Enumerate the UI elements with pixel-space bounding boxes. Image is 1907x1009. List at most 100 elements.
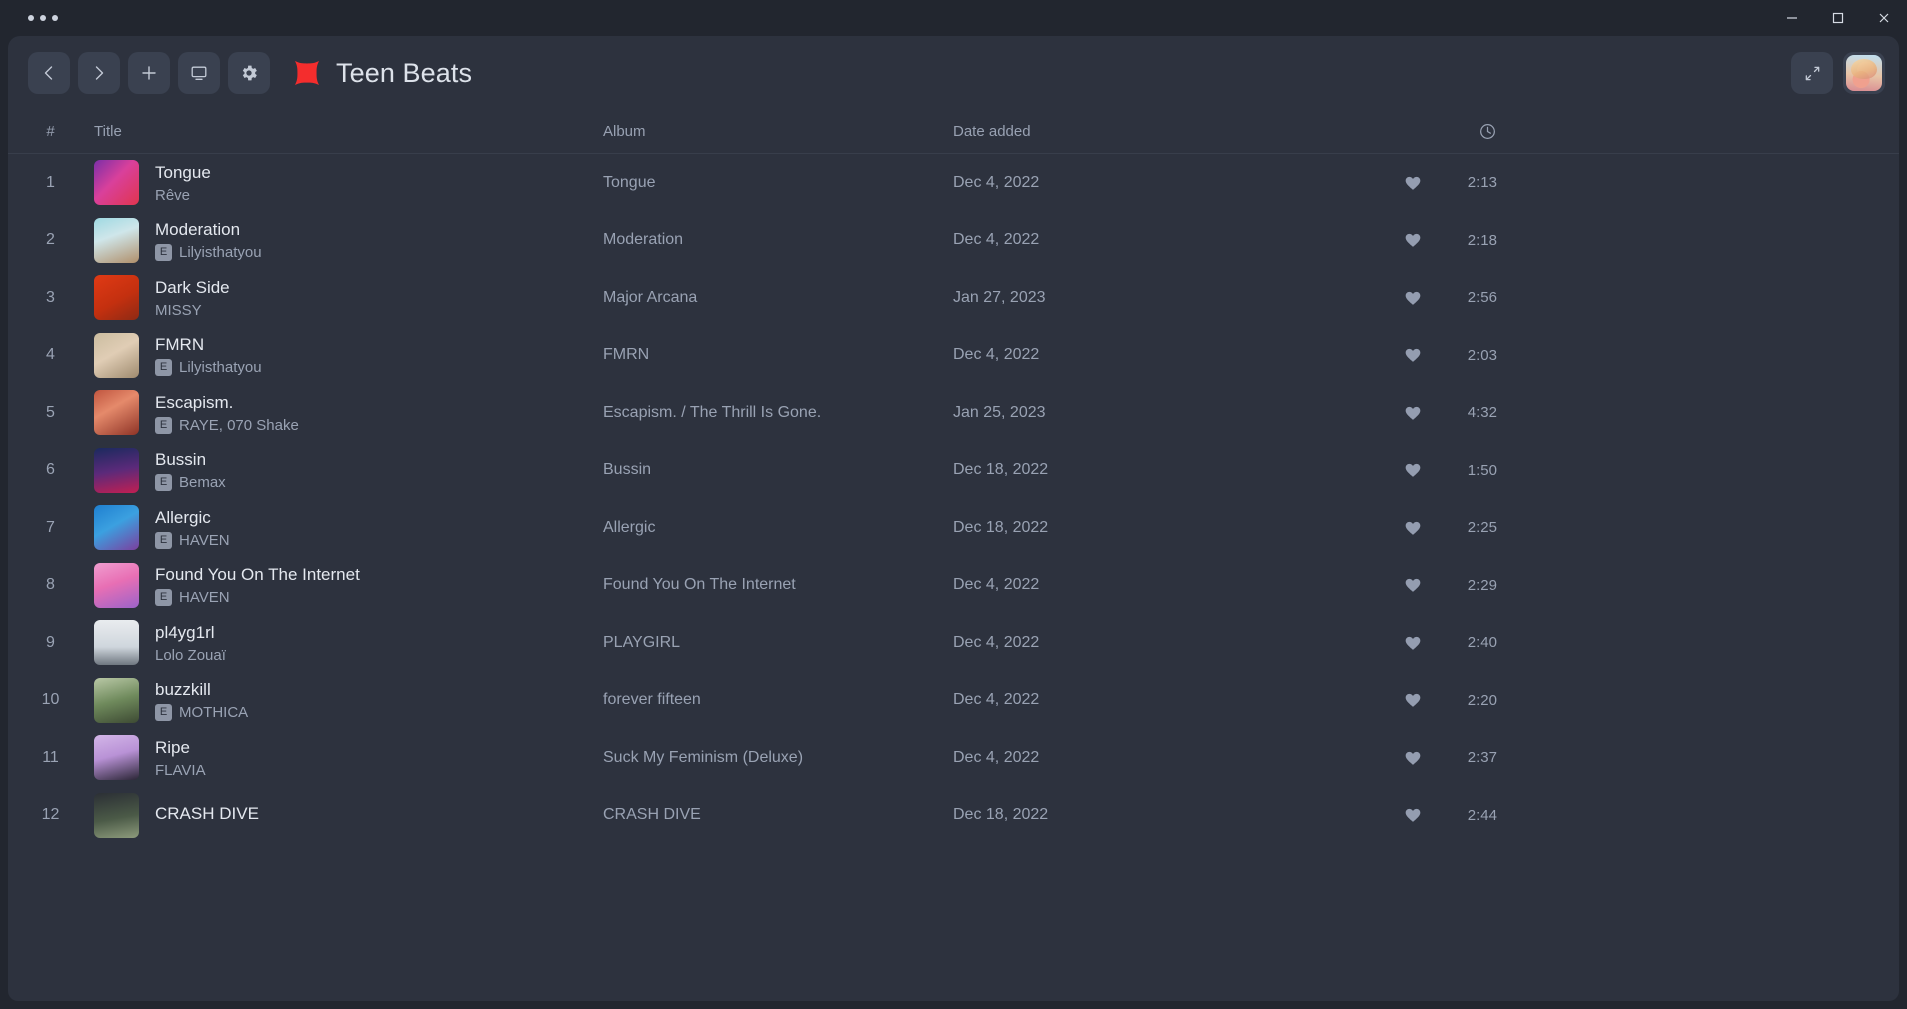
album-art: [94, 792, 139, 838]
track-like-button[interactable]: [1383, 173, 1443, 193]
track-title: Escapism.: [155, 392, 234, 412]
header-date-added[interactable]: Date added: [953, 123, 1383, 140]
track-artist-line: Lolo Zouaï: [155, 647, 226, 664]
tracklist-body[interactable]: 1 Tongue Rêve Tongue Dec 4, 2022 2:13 2 …: [8, 154, 1899, 1001]
track-row[interactable]: 6 Bussin E Bemax Bussin Dec 18, 2022 1:5…: [8, 442, 1899, 500]
track-row[interactable]: 10 buzzkill E MOTHICA forever fifteen De…: [8, 672, 1899, 730]
track-like-button[interactable]: [1383, 805, 1443, 825]
header-title[interactable]: Title: [73, 123, 603, 140]
chevron-right-icon: [95, 66, 104, 80]
heart-icon[interactable]: [1403, 173, 1423, 193]
track-row[interactable]: 12 CRASH DIVE CRASH DIVE Dec 18, 2022 2:…: [8, 787, 1899, 845]
track-row[interactable]: 7 Allergic E HAVEN Allergic Dec 18, 2022…: [8, 499, 1899, 557]
album-art: [94, 677, 139, 723]
menu-dot-2: [40, 15, 46, 21]
settings-button[interactable]: [228, 52, 270, 94]
track-artist[interactable]: Rêve: [155, 187, 190, 204]
track-artist-line: Rêve: [155, 187, 211, 204]
track-artist[interactable]: HAVEN: [179, 532, 230, 549]
avatar[interactable]: [1843, 52, 1885, 94]
track-artist[interactable]: Bemax: [179, 474, 226, 491]
avatar-image: [1846, 55, 1882, 91]
heart-icon[interactable]: [1403, 518, 1423, 538]
track-row[interactable]: 8 Found You On The Internet E HAVEN Foun…: [8, 557, 1899, 615]
track-like-button[interactable]: [1383, 403, 1443, 423]
track-album[interactable]: Found You On The Internet: [603, 576, 953, 594]
track-artist-line: MISSY: [155, 302, 230, 319]
track-duration: 2:20: [1467, 691, 1497, 709]
track-row[interactable]: 3 Dark Side MISSY Major Arcana Jan 27, 2…: [8, 269, 1899, 327]
track-date-added: Dec 18, 2022: [953, 461, 1049, 479]
track-album[interactable]: Escapism. / The Thrill Is Gone.: [603, 404, 953, 422]
track-row[interactable]: 1 Tongue Rêve Tongue Dec 4, 2022 2:13: [8, 154, 1899, 212]
track-row[interactable]: 9 pl4yg1rl Lolo Zouaï PLAYGIRL Dec 4, 20…: [8, 614, 1899, 672]
heart-icon[interactable]: [1403, 345, 1423, 365]
heart-icon[interactable]: [1403, 460, 1423, 480]
track-album[interactable]: Major Arcana: [603, 289, 953, 307]
track-like-button[interactable]: [1383, 230, 1443, 250]
track-album[interactable]: Suck My Feminism (Deluxe): [603, 749, 953, 767]
track-row[interactable]: 11 Ripe FLAVIA Suck My Feminism (Deluxe)…: [8, 729, 1899, 787]
heart-icon[interactable]: [1403, 748, 1423, 768]
heart-icon[interactable]: [1403, 690, 1423, 710]
track-artist[interactable]: RAYE, 070 Shake: [179, 417, 299, 434]
back-button[interactable]: [28, 52, 70, 94]
maximize-button[interactable]: [1815, 0, 1861, 36]
app-content: Teen Beats # Title Album Date added 1 To…: [8, 36, 1899, 1001]
track-like-button[interactable]: [1383, 633, 1443, 653]
track-artist[interactable]: HAVEN: [179, 589, 230, 606]
compact-view-button[interactable]: [1791, 52, 1833, 94]
heart-icon[interactable]: [1403, 403, 1423, 423]
window-menu-dots[interactable]: [28, 15, 58, 21]
track-like-button[interactable]: [1383, 345, 1443, 365]
explicit-badge: E: [155, 416, 172, 434]
track-album[interactable]: Moderation: [603, 231, 953, 249]
track-album[interactable]: Bussin: [603, 461, 953, 479]
track-album[interactable]: Allergic: [603, 519, 953, 537]
page-title: Teen Beats: [336, 57, 473, 88]
track-date-added: Jan 27, 2023: [953, 288, 1046, 306]
track-like-button[interactable]: [1383, 518, 1443, 538]
track-artist[interactable]: FLAVIA: [155, 762, 206, 779]
window-titlebar: [0, 0, 1907, 36]
track-album[interactable]: FMRN: [603, 346, 953, 364]
track-row[interactable]: 2 Moderation E Lilyisthatyou Moderation …: [8, 212, 1899, 270]
minimize-button[interactable]: [1769, 0, 1815, 36]
track-album[interactable]: forever fifteen: [603, 691, 953, 709]
track-title: Moderation: [155, 220, 241, 240]
heart-icon[interactable]: [1403, 633, 1423, 653]
add-button[interactable]: [128, 52, 170, 94]
track-album[interactable]: PLAYGIRL: [603, 634, 953, 652]
track-artist[interactable]: Lilyisthatyou: [179, 244, 262, 261]
track-like-button[interactable]: [1383, 288, 1443, 308]
album-art: [94, 275, 139, 321]
heart-icon[interactable]: [1403, 288, 1423, 308]
track-row[interactable]: 4 FMRN E Lilyisthatyou FMRN Dec 4, 2022 …: [8, 327, 1899, 385]
close-button[interactable]: [1861, 0, 1907, 36]
heart-icon[interactable]: [1403, 805, 1423, 825]
app-toolbar: Teen Beats: [8, 36, 1899, 110]
track-title-cell: FMRN E Lilyisthatyou: [73, 332, 603, 378]
track-like-button[interactable]: [1383, 748, 1443, 768]
display-button[interactable]: [178, 52, 220, 94]
header-album[interactable]: Album: [603, 123, 953, 140]
track-artist[interactable]: MISSY: [155, 302, 202, 319]
track-like-button[interactable]: [1383, 575, 1443, 595]
track-album[interactable]: CRASH DIVE: [603, 806, 953, 824]
menu-dot-3: [52, 15, 58, 21]
track-album[interactable]: Tongue: [603, 174, 953, 192]
track-artist[interactable]: Lolo Zouaï: [155, 647, 226, 664]
track-title-cell: Tongue Rêve: [73, 160, 603, 206]
track-like-button[interactable]: [1383, 690, 1443, 710]
heart-icon[interactable]: [1403, 575, 1423, 595]
chevron-left-icon: [44, 66, 53, 80]
header-duration[interactable]: [1443, 122, 1515, 141]
heart-icon[interactable]: [1403, 230, 1423, 250]
track-like-button[interactable]: [1383, 460, 1443, 480]
track-row[interactable]: 5 Escapism. E RAYE, 070 Shake Escapism. …: [8, 384, 1899, 442]
track-date-added: Dec 18, 2022: [953, 806, 1049, 824]
forward-button[interactable]: [78, 52, 120, 94]
track-artist[interactable]: Lilyisthatyou: [179, 359, 262, 376]
header-index[interactable]: #: [28, 123, 73, 140]
track-artist[interactable]: MOTHICA: [179, 704, 248, 721]
